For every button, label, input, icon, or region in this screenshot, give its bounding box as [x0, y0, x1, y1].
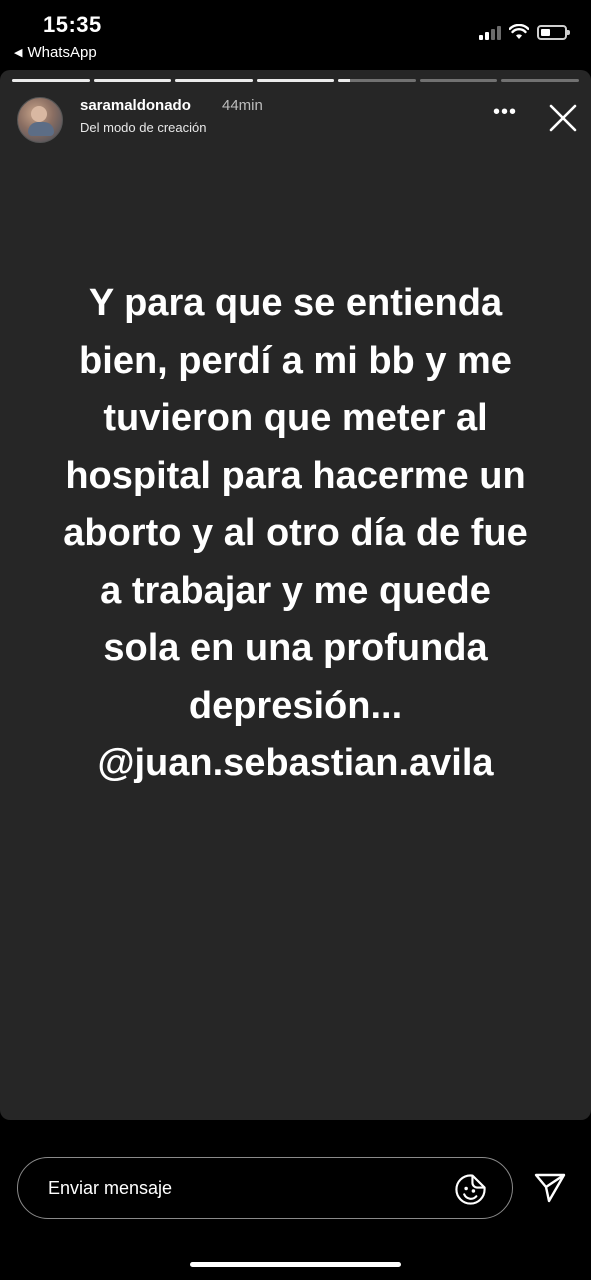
system-icons: [479, 24, 570, 40]
message-placeholder: Enviar mensaje: [48, 1178, 173, 1198]
story-time-ago: 44min: [222, 97, 263, 114]
story-text-line: tuvieron que meter al: [103, 397, 488, 439]
home-indicator[interactable]: [190, 1262, 401, 1267]
story-text-line: aborto y al otro día de fue: [63, 512, 528, 554]
avatar[interactable]: [17, 97, 63, 143]
story-text-line: Y para que se entienda: [88, 282, 503, 324]
story-text: Y para que se entienda bien, perdí a mi …: [20, 275, 571, 793]
send-icon[interactable]: [533, 1172, 567, 1204]
instagram-story-viewer: 15:35 ◀ WhatsApp saramaldonado 44min Del…: [0, 0, 591, 1280]
story-text-line: bien, perdí a mi bb y me: [79, 339, 512, 382]
story-progress-segment: [419, 79, 498, 82]
mention-link[interactable]: @juan.sebastian.avila: [20, 735, 571, 793]
story-header: saramaldonado 44min Del modo de creación…: [17, 97, 579, 143]
story-text-line: depresión...: [188, 684, 403, 727]
wifi-icon: [509, 24, 529, 39]
story-text-line: a trabajar y me quede: [100, 569, 491, 612]
back-triangle-icon: ◀: [14, 47, 23, 59]
story-progress-bar: [12, 79, 580, 82]
story-progress-segment: [338, 79, 416, 82]
close-icon[interactable]: [547, 102, 579, 134]
story-progress-segment: [501, 79, 580, 82]
more-icon[interactable]: •••: [493, 102, 517, 122]
story-progress-segment: [175, 79, 253, 82]
status-time: 15:35: [43, 12, 102, 37]
status-bar: 15:35 ◀ WhatsApp: [0, 0, 591, 68]
sticker-icon[interactable]: [454, 1173, 487, 1206]
back-app-label: WhatsApp: [27, 44, 97, 61]
story-username[interactable]: saramaldonado: [80, 97, 191, 114]
battery-icon: [537, 24, 570, 40]
story-text-line: hospital para hacerme un: [65, 454, 526, 497]
story-subtitle: Del modo de creación: [80, 120, 207, 135]
story-card[interactable]: saramaldonado 44min Del modo de creación…: [0, 70, 591, 1120]
signal-icon: [479, 24, 501, 40]
story-text-line: sola en una profunda: [103, 627, 488, 669]
story-progress-segment: [93, 79, 172, 82]
story-progress-segment: [256, 79, 335, 82]
story-progress-segment: [12, 79, 90, 82]
back-to-app-link[interactable]: ◀ WhatsApp: [14, 44, 97, 61]
message-input[interactable]: Enviar mensaje: [17, 1157, 513, 1219]
